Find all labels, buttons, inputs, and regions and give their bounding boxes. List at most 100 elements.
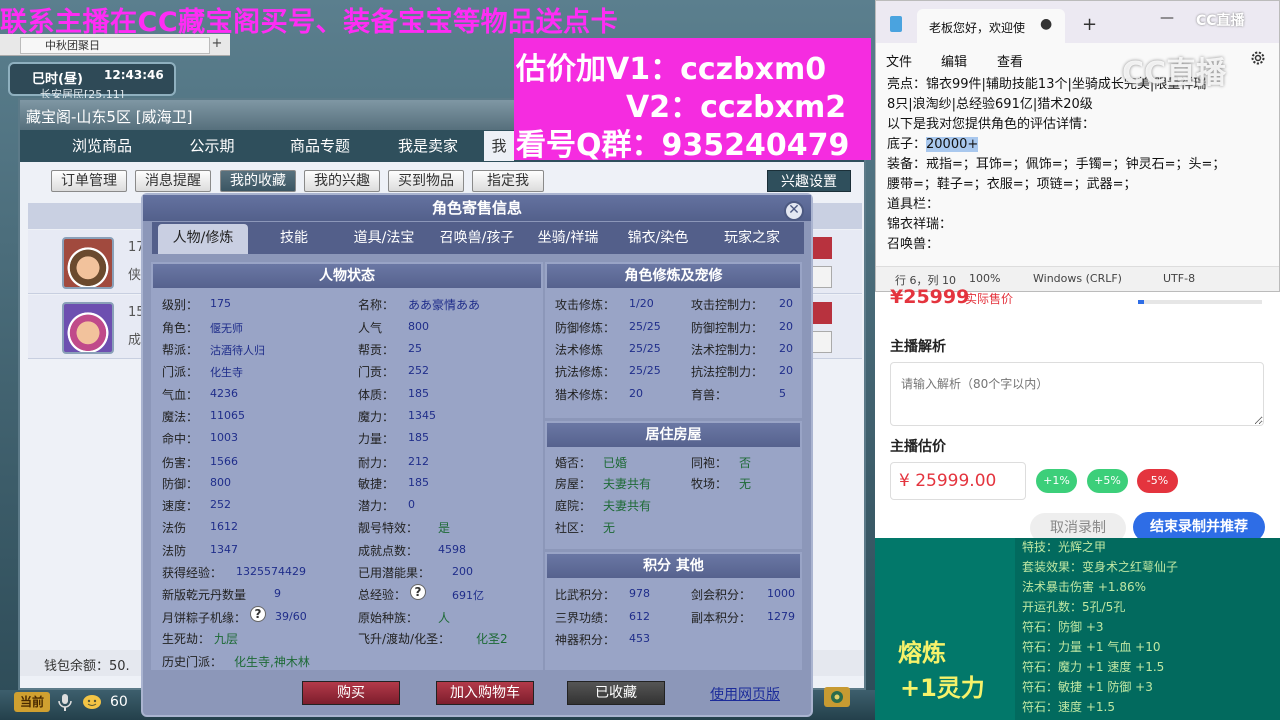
stat-value: 化圣2 [476, 632, 508, 646]
sub-tab-interests[interactable]: 我的兴趣 [304, 170, 380, 192]
row-action-button[interactable] [812, 237, 832, 259]
row-action-button[interactable] [812, 331, 832, 353]
emoji-icon[interactable] [82, 692, 102, 712]
analysis-input[interactable] [890, 362, 1264, 426]
tab-mounts[interactable]: 坐骑/祥瑞 [526, 224, 610, 254]
stat-label: 攻击控制力： [691, 298, 764, 312]
menu-file[interactable]: 文件 [886, 51, 912, 70]
row-action-button[interactable] [812, 266, 832, 288]
notepad-line[interactable]: 腰带=；鞋子=；衣服=；项链=；武器=； [887, 175, 1136, 195]
collected-button[interactable]: 已收藏 [567, 681, 665, 705]
stat-label: 角色： [162, 321, 199, 335]
minus-5-percent-button[interactable]: -5% [1137, 469, 1178, 493]
game-new-tab-button[interactable]: + [210, 37, 224, 52]
stat-label: 已用潜能果： [358, 566, 431, 580]
stat-value: 无 [603, 521, 616, 535]
stat-value: 212 [408, 455, 429, 468]
gear-icon[interactable] [1249, 49, 1267, 67]
tab-skills[interactable]: 技能 [254, 224, 334, 254]
nav-tab-publicity[interactable]: 公示期 [166, 131, 258, 161]
system-menu-icon[interactable] [822, 684, 852, 710]
unsaved-dot-icon[interactable]: ● [1040, 16, 1052, 32]
time-value: 12:43:46 [104, 68, 164, 82]
plus-1-percent-button[interactable]: +1% [1036, 469, 1077, 493]
row-sub-text: 成 [128, 333, 142, 348]
minimize-button[interactable]: — [1160, 10, 1174, 26]
notepad-line[interactable]: 底子：20000+ [887, 135, 979, 155]
dialog-title: 角色寄售信息 [143, 195, 811, 221]
nav-tab-mine[interactable]: 我 [484, 131, 514, 161]
current-channel-button[interactable]: 当前 [14, 692, 50, 712]
equipment-stat-line: 符石：敏捷 +1 防御 +3 [1022, 680, 1153, 694]
menu-edit[interactable]: 编辑 [941, 51, 967, 70]
notepad-line[interactable]: 锦衣祥瑞： [887, 215, 952, 235]
stat-label: 猎术修炼： [555, 388, 616, 402]
stat-label: 育兽： [691, 388, 728, 402]
row-action-button[interactable] [812, 302, 832, 324]
use-web-version-link[interactable]: 使用网页版 [710, 684, 780, 704]
stat-label: 魔力： [358, 410, 395, 424]
stat-label: 同袍： [691, 456, 728, 470]
stat-value: 1279 [767, 610, 795, 623]
stat-value: 25/25 [629, 320, 661, 333]
notepad-line[interactable]: 以下是我对您提供角色的评估详情： [887, 115, 1095, 135]
sub-tab-favorites[interactable]: 我的收藏 [220, 170, 296, 192]
selected-text[interactable]: 20000+ [926, 137, 979, 152]
notepad-line[interactable]: 装备：戒指=；耳饰=；佩饰=；手镯=；钟灵石=；头=； [887, 155, 1225, 175]
game-window-tab[interactable]: 中秋团聚日 [20, 37, 210, 54]
sub-tab-purchased[interactable]: 买到物品 [388, 170, 464, 192]
avatar [62, 237, 114, 289]
help-icon[interactable]: ? [250, 606, 266, 622]
plus-5-percent-button[interactable]: +5% [1087, 469, 1128, 493]
estimate-input[interactable] [890, 462, 1026, 500]
stat-value: 1612 [210, 520, 238, 533]
menu-view[interactable]: 查看 [997, 51, 1023, 70]
sub-tab-assigned[interactable]: 指定我 [472, 170, 544, 192]
notepad-line[interactable]: 召唤兽： [887, 235, 939, 255]
tab-items[interactable]: 道具/法宝 [342, 224, 426, 254]
stat-value: 1003 [210, 431, 238, 444]
stat-value: 0 [408, 498, 415, 511]
line-ending: Windows (CRLF) [1033, 272, 1122, 285]
stat-label: 三界功绩： [555, 611, 616, 625]
refine-title: 熔炼 [898, 639, 946, 667]
new-tab-button[interactable]: + [1082, 14, 1097, 35]
stat-value: 11065 [210, 409, 245, 422]
tab-outfits[interactable]: 锦衣/染色 [614, 224, 702, 254]
equipment-stat-line: 特技：光辉之甲 [1022, 540, 1107, 554]
microphone-icon[interactable] [56, 692, 74, 712]
tab-character[interactable]: 人物/修炼 [158, 224, 248, 254]
stat-value: 252 [408, 364, 429, 377]
stat-label: 法伤 [162, 521, 187, 535]
equipment-stat-line: 法术暴击伤害 +1.86% [1022, 580, 1146, 594]
stat-label: 抗法修炼： [555, 365, 616, 379]
interest-settings-button[interactable]: 兴趣设置 [767, 170, 851, 192]
stat-label: 剑会积分： [691, 588, 752, 602]
tab-player-home[interactable]: 玩家之家 [708, 224, 796, 254]
stat-value: 691亿 [452, 589, 484, 602]
sub-tab-orders[interactable]: 订单管理 [51, 170, 127, 192]
equipment-stat-line: 符石：力量 +1 气血 +10 [1022, 640, 1161, 654]
stat-label: 成就点数： [358, 544, 419, 558]
stat-value: 800 [408, 320, 429, 333]
nav-tab-browse[interactable]: 浏览商品 [38, 131, 166, 161]
sub-tab-messages[interactable]: 消息提醒 [135, 170, 211, 192]
nav-tab-seller[interactable]: 我是卖家 [376, 131, 480, 161]
help-icon[interactable]: ? [410, 584, 426, 600]
notepad-line[interactable]: 道具栏： [887, 195, 939, 215]
nav-tab-topics[interactable]: 商品专题 [260, 131, 380, 161]
tab-pets[interactable]: 召唤兽/孩子 [432, 224, 522, 254]
actual-price: ¥25999 [890, 286, 970, 308]
stat-label: 级别： [162, 298, 199, 312]
add-to-cart-button[interactable]: 加入购物车 [436, 681, 534, 705]
treasure-window-title: 藏宝阁-山东5区 [威海卫] [26, 108, 193, 126]
equipment-stat-line: 符石：魔力 +1 速度 +1.5 [1022, 660, 1165, 674]
stat-label: 获得经验： [162, 566, 223, 580]
notepad-line[interactable]: 8只|浪淘纱|总经验691亿|猎术20级 [887, 95, 1093, 115]
buy-button[interactable]: 购买 [302, 681, 400, 705]
close-icon[interactable]: ✕ [784, 201, 804, 221]
stat-value: 185 [408, 431, 429, 444]
stat-label: 副本积分： [691, 611, 752, 625]
stat-value: 1/20 [629, 297, 654, 310]
stat-value: 185 [408, 387, 429, 400]
